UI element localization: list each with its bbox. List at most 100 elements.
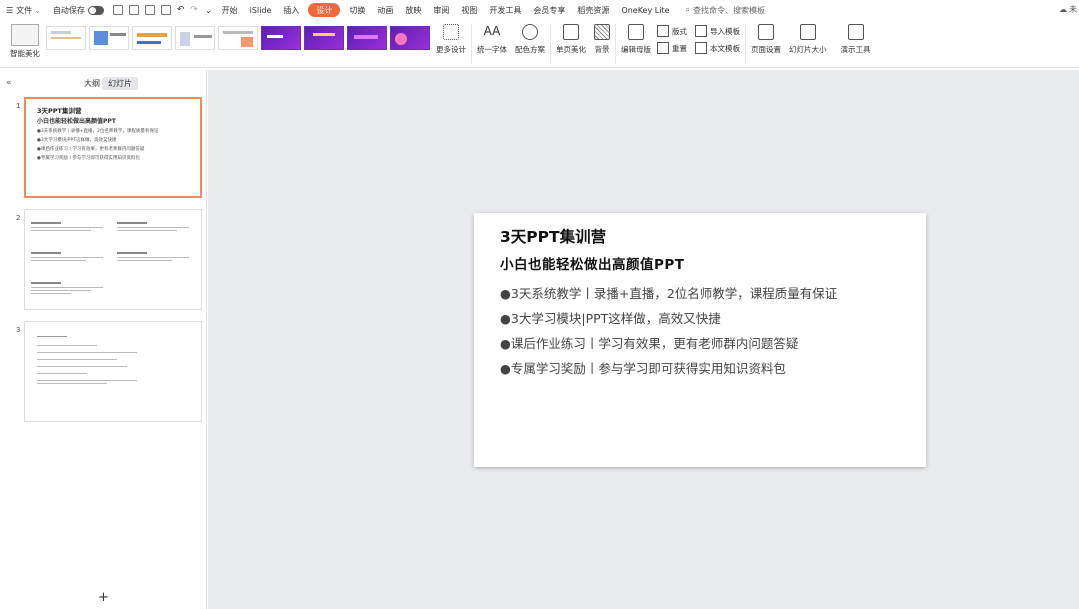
- save-icon[interactable]: [112, 5, 123, 15]
- theme-gallery: [46, 26, 430, 50]
- thumb-title: 3天PPT集训营: [37, 107, 82, 115]
- layout-button[interactable]: 版式: [657, 25, 687, 37]
- theme-thumb[interactable]: [347, 26, 387, 50]
- add-slide-button[interactable]: +: [98, 590, 109, 605]
- tab-home[interactable]: 开始: [216, 0, 244, 20]
- slide-thumbnail-1[interactable]: 3天PPT集训营 小白也能轻松做出高颜值PPT ●3天系统教学丨录播+直播，2位…: [24, 97, 202, 198]
- presentation-icon: [847, 24, 864, 40]
- redo-icon[interactable]: ↷: [190, 5, 198, 15]
- this-template-button[interactable]: 本文模板: [695, 42, 740, 54]
- divider: [471, 24, 472, 64]
- tab-islide[interactable]: iSlide: [244, 0, 278, 20]
- file-menu[interactable]: ☰ 文件 ⌄: [0, 0, 47, 20]
- cloud-icon: ☁: [1059, 5, 1067, 14]
- more-icon[interactable]: ⌄: [205, 6, 212, 15]
- theme-thumb[interactable]: [46, 26, 86, 50]
- thumb-text-block: [31, 222, 103, 231]
- background-button[interactable]: 背景: [594, 20, 610, 55]
- slides-panel: « 大纲 幻灯片 1 3天PPT集训营 小白也能轻松做出高颜值PPT ●3天系统…: [0, 70, 207, 609]
- slide-number: 2: [16, 214, 21, 222]
- tab-slideshow[interactable]: 放映: [399, 0, 427, 20]
- page-setup-button[interactable]: 页面设置: [751, 20, 781, 55]
- toggle-switch[interactable]: [87, 5, 104, 15]
- current-slide[interactable]: 3天PPT集训营 小白也能轻松做出高颜值PPT ●3天系统教学丨录播+直播，2位…: [474, 213, 926, 467]
- cloud-status[interactable]: ☁ 未: [1059, 4, 1077, 15]
- single-page-beautify-button[interactable]: 单页美化: [556, 20, 586, 55]
- tab-design[interactable]: 设计: [308, 3, 341, 17]
- theme-thumb[interactable]: [132, 26, 172, 50]
- background-icon: [594, 24, 610, 40]
- slide-bullet[interactable]: ●3天系统教学丨录播+直播，2位名师教学，课程质量有保证: [500, 283, 837, 302]
- theme-thumb[interactable]: [261, 26, 301, 50]
- theme-thumb[interactable]: [390, 26, 430, 50]
- autosave-toggle[interactable]: 自动保存: [47, 0, 110, 20]
- palette-icon: [522, 24, 538, 40]
- tab-insert[interactable]: 插入: [277, 0, 305, 20]
- thumb-text-block: [37, 336, 157, 384]
- menu-bar: ☰ 文件 ⌄ 自动保存 ↶ ↷ ⌄ 开始 iSlide 插入 设计 切换 动画 放映…: [0, 0, 1079, 20]
- reset-button[interactable]: 重置: [657, 42, 687, 54]
- template-stack: 导入模板 本文模板: [695, 20, 740, 54]
- import-template-button[interactable]: 导入模板: [695, 25, 740, 37]
- slide-thumbnail-2[interactable]: [24, 209, 202, 310]
- slide-title[interactable]: 3天PPT集训营: [500, 225, 606, 247]
- tab-developer[interactable]: 开发工具: [483, 0, 527, 20]
- export-pdf-icon[interactable]: [128, 5, 139, 15]
- thumb-text-block: [117, 222, 189, 231]
- tab-animation[interactable]: 动画: [371, 0, 399, 20]
- tab-resources[interactable]: 稻壳资源: [571, 0, 615, 20]
- print-icon[interactable]: [144, 5, 155, 15]
- collapse-panel-icon[interactable]: «: [6, 78, 12, 88]
- slide-number: 3: [16, 326, 21, 334]
- search-icon: ⌕: [685, 5, 690, 14]
- unify-font-button[interactable]: AA 统一字体: [477, 20, 507, 55]
- more-design-button[interactable]: 更多设计: [436, 20, 466, 55]
- slide-size-icon: [799, 24, 816, 40]
- divider: [615, 24, 616, 64]
- slide-size-button[interactable]: 幻灯片大小: [789, 20, 827, 55]
- chevron-down-icon: ⌄: [34, 5, 41, 15]
- design-toolbar: 智能美化 更多设计 AA 统一字体 配色方案 单页美化 背景 编辑母版 版式 重…: [0, 20, 1079, 68]
- slide-subtitle[interactable]: 小白也能轻松做出高颜值PPT: [500, 253, 685, 273]
- thumb-text-block: [31, 252, 103, 261]
- slide-bullet[interactable]: ●专属学习奖励丨参与学习即可获得实用知识资料包: [500, 358, 786, 377]
- search-box[interactable]: ⌕ 查找命令、搜索模板: [680, 0, 771, 20]
- slide-bullet[interactable]: ●3大学习模块|PPT这样做，高效又快捷: [500, 308, 721, 327]
- theme-thumb[interactable]: [304, 26, 344, 50]
- undo-icon[interactable]: ↶: [177, 5, 185, 15]
- tab-slides[interactable]: 幻灯片: [102, 77, 138, 90]
- page-icon: [563, 24, 579, 40]
- divider: [745, 24, 746, 64]
- tab-member[interactable]: 会员专享: [527, 0, 571, 20]
- slide-editor: 3天PPT集训营 小白也能轻松做出高颜值PPT ●3天系统教学丨录播+直播，2位…: [208, 70, 1079, 609]
- thumb-text-block: [117, 252, 189, 261]
- thumb-bullet: ●3大学习模块|PPT这样做，高效又快捷: [37, 138, 117, 143]
- master-icon: [628, 24, 644, 40]
- print-preview-icon[interactable]: [160, 5, 171, 15]
- theme-thumb[interactable]: [175, 26, 215, 50]
- layout-reset-stack: 版式 重置: [657, 20, 687, 54]
- page-setup-icon: [758, 24, 774, 40]
- slide-number: 1: [16, 102, 21, 110]
- thumb-bullet: ●课后作业练习丨学习有效果，更有老师群内问题答疑: [37, 147, 145, 152]
- color-scheme-button[interactable]: 配色方案: [515, 20, 545, 55]
- thumb-text-block: [31, 282, 103, 294]
- tab-onekey[interactable]: OneKey Lite: [615, 0, 675, 20]
- theme-thumb[interactable]: [89, 26, 129, 50]
- thumb-subtitle: 小白也能轻松做出高颜值PPT: [37, 118, 116, 125]
- smart-beautify-icon: [11, 24, 39, 46]
- slide-thumbnail-3[interactable]: [24, 321, 202, 422]
- divider: [550, 24, 551, 64]
- thumb-bullet: ●专属学习奖励丨参与学习即可获得实用知识资料包: [37, 156, 140, 161]
- tab-transition[interactable]: 切换: [343, 0, 371, 20]
- grid-icon: [443, 24, 459, 40]
- tab-review[interactable]: 审阅: [427, 0, 455, 20]
- tab-view[interactable]: 视图: [455, 0, 483, 20]
- presentation-tools-button[interactable]: 演示工具: [841, 20, 871, 55]
- slide-bullet[interactable]: ●课后作业练习丨学习有效果，更有老师群内问题答疑: [500, 333, 798, 352]
- menu-icon: ☰: [6, 5, 14, 15]
- thumb-bullet: ●3天系统教学丨录播+直播，2位名师教学，课程质量有保证: [37, 129, 159, 134]
- edit-master-button[interactable]: 编辑母版: [621, 20, 651, 55]
- smart-beautify-button[interactable]: 智能美化: [8, 20, 42, 59]
- theme-thumb[interactable]: [218, 26, 258, 50]
